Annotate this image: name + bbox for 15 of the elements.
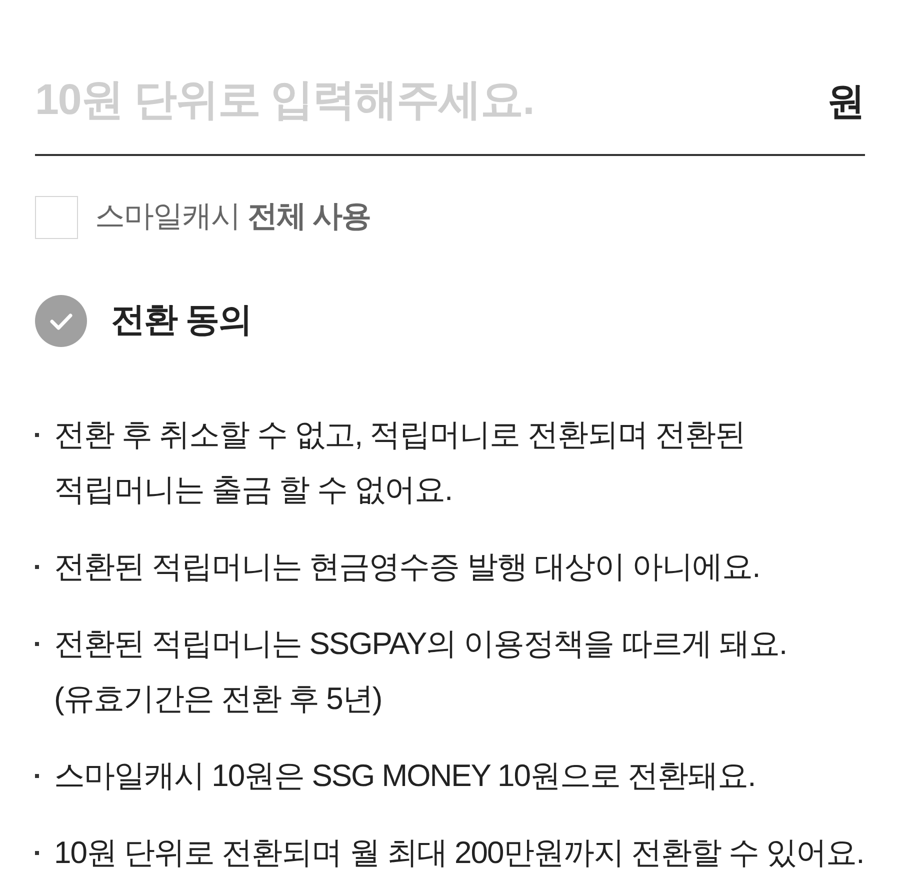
- bullet-icon: [35, 564, 39, 569]
- check-circle-icon[interactable]: [35, 294, 87, 347]
- bullet-icon: [35, 850, 39, 855]
- checkbox[interactable]: [35, 196, 78, 239]
- section-title: 전환 동의: [111, 300, 252, 342]
- checkbox-label[interactable]: 스마일캐시 전체 사용: [95, 199, 371, 236]
- notice-text: 전환된 적립머니는 SSGPAY의 이용정책을 따르게 돼요. (유효기간은 전환 후 5년): [54, 624, 787, 718]
- notice-text: 전환된 적립머니는 현금영수증 발행 대상이 아니에요.: [54, 548, 760, 586]
- bullet-icon: [35, 432, 39, 437]
- notice-text: 스마일캐시 10원은 SSG MONEY 10원으로 전환돼요.: [54, 756, 756, 795]
- currency-unit: 원: [827, 80, 865, 126]
- bullet-icon: [35, 774, 39, 778]
- notice-text: 10원 단위로 전환되며 월 최대 200만원까지 전환할 수 있어요.: [54, 834, 864, 872]
- notice-text: 전환 후 취소할 수 없고, 적립머니로 전환되며 전환된 적립머니는 출금 할 수 없어요.: [54, 416, 745, 509]
- bullet-icon: [35, 642, 39, 646]
